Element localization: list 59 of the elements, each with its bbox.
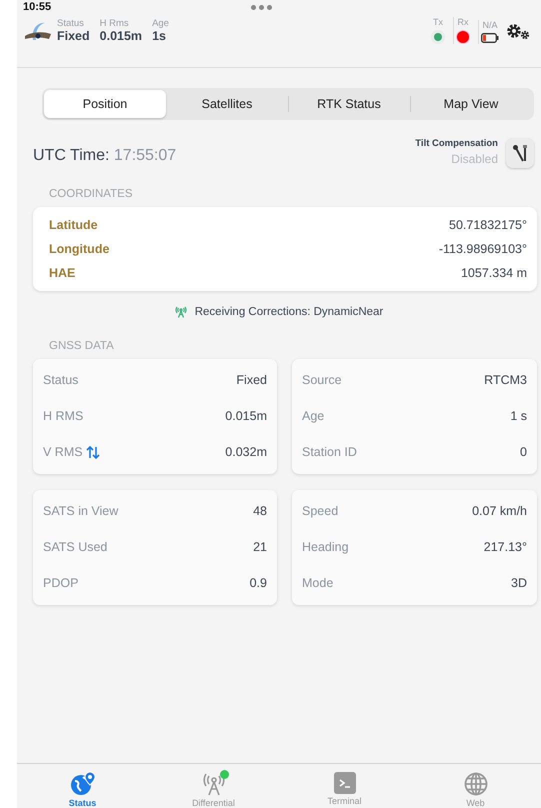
field-value: 0 [520, 445, 527, 459]
field-value: 48 [253, 504, 267, 518]
globe-pin-icon [70, 772, 96, 796]
stat-value: 1s [152, 29, 167, 43]
bottom-tab[interactable]: Status [17, 764, 148, 808]
field-label: SATS Used [43, 540, 108, 554]
segment-tab[interactable]: Satellites [166, 90, 288, 118]
field-value: 21 [253, 540, 267, 554]
tilt-label: Tilt Compensation [415, 138, 498, 149]
coordinate-label: HAE [49, 266, 76, 280]
field-value: 1 s [510, 409, 527, 423]
coordinate-value: -113.98969103° [438, 242, 527, 256]
corrections-status: Receiving Corrections: DynamicNear [194, 306, 384, 318]
stat-value: 0.015m [100, 29, 142, 43]
segment-tab[interactable]: Position [44, 90, 166, 118]
coordinate-label: Latitude [49, 218, 98, 232]
coordinate-label: Longitude [49, 242, 110, 256]
field-label: Speed [302, 504, 338, 518]
indicator-label: Tx [433, 17, 443, 27]
field-label: Mode [302, 576, 334, 590]
coordinate-value: 50.71832175° [449, 218, 527, 232]
stat-label: H Rms [100, 18, 130, 29]
utc-time: UTC Time: 17:55:07 [33, 147, 176, 165]
field-value: 0.032m [225, 445, 267, 459]
field-label: Source [302, 373, 342, 387]
tilt-button[interactable] [506, 138, 534, 168]
field-label: SATS in View [43, 504, 118, 518]
field-value: 0.9 [250, 576, 267, 590]
field-value: 217.13° [484, 540, 527, 554]
field-value: 3D [511, 576, 527, 590]
field-label: Age [302, 409, 324, 423]
clock-time: 10:55 [23, 0, 52, 15]
field-value: RTCM3 [484, 373, 527, 387]
section-title: GNSS DATA [49, 340, 115, 352]
field-label: Heading [302, 540, 349, 554]
field-value: 0.07 km/h [472, 504, 527, 518]
section-title: COORDINATES [49, 188, 134, 200]
stat-value: Fixed [57, 29, 90, 43]
field-label: Status [43, 373, 78, 387]
survey-pole-icon [512, 144, 528, 162]
more-dots-icon[interactable] [251, 5, 272, 10]
terminal-icon [334, 772, 356, 794]
stat-label: Status [57, 18, 85, 29]
antenna-icon [174, 306, 187, 318]
segment-tab[interactable]: Map View [410, 90, 532, 118]
field-label: Station ID [302, 445, 357, 459]
segment-tab[interactable]: RTK Status [288, 90, 410, 118]
field-label: PDOP [43, 576, 78, 590]
tilt-status: Disabled [450, 152, 498, 166]
globe-icon [464, 772, 488, 796]
indicator-label: N/A [482, 20, 498, 30]
coordinate-value: 1057.334 m [460, 266, 527, 280]
stat-label: Age [152, 18, 169, 29]
indicator-label: Rx [458, 17, 468, 27]
field-value: Fixed [236, 373, 267, 387]
field-label: V RMS [43, 445, 83, 459]
field-label: H RMS [43, 409, 84, 423]
antenna-icon [202, 772, 226, 796]
field-value: 0.015m [225, 409, 267, 423]
